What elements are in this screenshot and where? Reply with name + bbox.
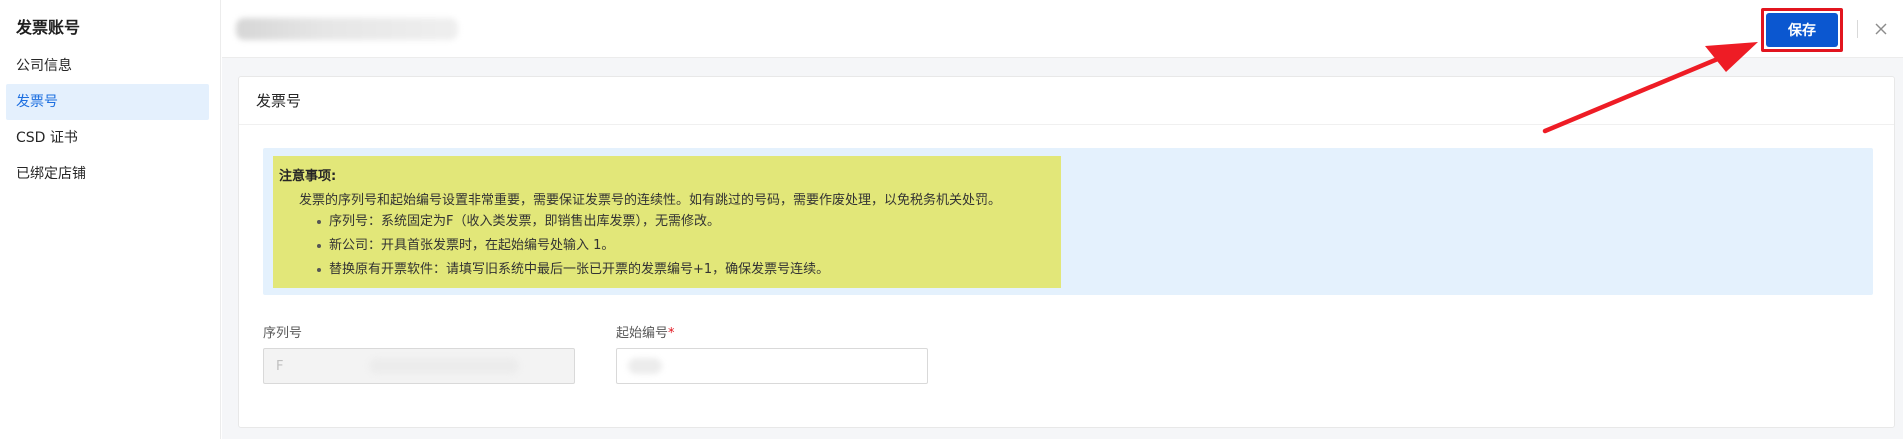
blurred-title bbox=[236, 18, 458, 40]
sidebar-item-csd-certificate[interactable]: CSD 证书 bbox=[6, 120, 209, 156]
card-header: 发票号 bbox=[239, 77, 1894, 125]
notice-bullet: 序列号：系统固定为F（收入类发票，即销售出库发票），无需修改。 bbox=[317, 213, 829, 237]
notice-box: 注意事项: 发票的序列号和起始编号设置非常重要，需要保证发票号的连续性。如有跳过… bbox=[263, 148, 1873, 295]
sidebar-item-bound-stores[interactable]: 已绑定店铺 bbox=[6, 156, 209, 192]
notice-bullet: 新公司：开具首张发票时，在起始编号处输入 1。 bbox=[317, 237, 829, 261]
sidebar: 发票账号 公司信息 发票号 CSD 证书 已绑定店铺 bbox=[0, 0, 221, 439]
notice-bullets: 序列号：系统固定为F（收入类发票，即销售出库发票），无需修改。 新公司：开具首张… bbox=[317, 213, 829, 285]
save-button[interactable]: 保存 bbox=[1766, 13, 1838, 47]
sidebar-title: 发票账号 bbox=[16, 18, 81, 37]
invoice-number-card: 发票号 注意事项: 发票的序列号和起始编号设置非常重要，需要保证发票号的连续性。… bbox=[238, 76, 1895, 428]
start-number-input[interactable] bbox=[616, 348, 928, 384]
required-mark: * bbox=[668, 326, 675, 341]
serial-number-label: 序列号 bbox=[263, 326, 303, 341]
start-number-label: 起始编号* bbox=[616, 322, 675, 341]
main-content: 保存 发票号 注意事项: 发票的序列号和起始编号设置非常重要，需要保证发票号的连… bbox=[222, 0, 1903, 439]
start-number-label-text: 起始编号 bbox=[616, 326, 669, 341]
sidebar-item-invoice-number[interactable]: 发票号 bbox=[6, 84, 209, 120]
notice-description: 发票的序列号和起始编号设置非常重要，需要保证发票号的连续性。如有跳过的号码，需要… bbox=[299, 193, 1002, 208]
serial-number-blur bbox=[369, 358, 519, 374]
start-number-blur bbox=[628, 358, 662, 374]
sidebar-item-company-info[interactable]: 公司信息 bbox=[6, 48, 209, 84]
top-divider bbox=[1857, 20, 1858, 38]
close-icon[interactable] bbox=[1873, 21, 1889, 37]
notice-highlight: 注意事项: 发票的序列号和起始编号设置非常重要，需要保证发票号的连续性。如有跳过… bbox=[273, 156, 1061, 288]
top-bar: 保存 bbox=[222, 0, 1903, 58]
card-title: 发票号 bbox=[256, 92, 302, 110]
notice-bullet: 替换原有开票软件：请填写旧系统中最后一张已开票的发票编号+1，确保发票号连续。 bbox=[317, 261, 829, 285]
notice-heading: 注意事项: bbox=[279, 169, 337, 184]
